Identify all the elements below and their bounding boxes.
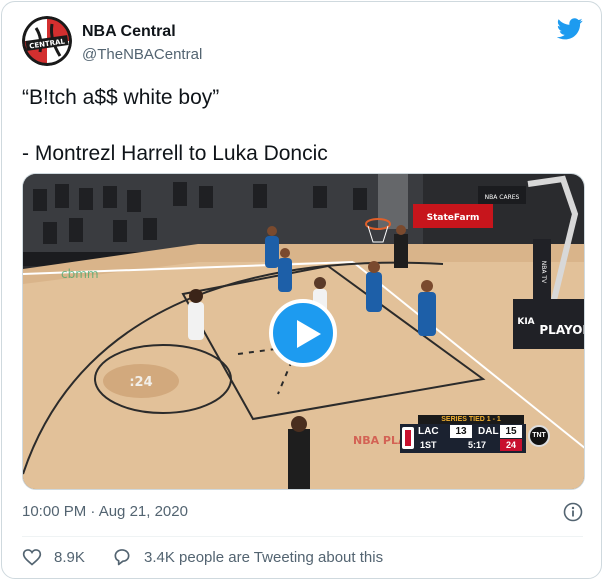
tweet-text: “B!tch a$$ white boy” - Montrezl Harrell…: [22, 86, 328, 165]
game-clock: 5:17: [468, 440, 487, 450]
author-name[interactable]: NBA Central: [82, 23, 176, 41]
play-button[interactable]: [269, 299, 337, 367]
statefarm-sign: StateFarm: [427, 213, 480, 223]
playoffs-sign: PLAYOF: [539, 323, 585, 337]
twitter-bird-icon[interactable]: [556, 18, 583, 40]
tweet-timestamp[interactable]: 10:00 PM · Aug 21, 2020: [22, 503, 188, 520]
nba-cares-sign: NBA CARES: [485, 194, 520, 201]
nba-logo-icon: [402, 427, 414, 449]
scorebug: SERIES TIED 1 - 1 LAC 13 DAL 15 1ST 5:17…: [400, 415, 550, 453]
divider: [22, 536, 583, 537]
author-avatar[interactable]: CENTRAL: [22, 16, 72, 66]
like-count: 8.9K: [54, 548, 85, 566]
speech-bubble-icon: [114, 549, 130, 566]
like-button[interactable]: 8.9K: [22, 546, 85, 568]
floor-marking: :24: [129, 375, 152, 390]
nbatv-sign: NBA TV: [540, 261, 547, 284]
team1-name: LAC: [418, 426, 439, 437]
svg-text:cbmm: cbmm: [61, 267, 99, 281]
team2-score: 15: [500, 425, 522, 438]
info-icon[interactable]: [563, 502, 583, 522]
team2-name: DAL: [478, 426, 499, 437]
nba-central-logo-icon: CENTRAL: [22, 16, 72, 66]
scorebug-panel: LAC 13 DAL 15 1ST 5:17 24: [400, 424, 526, 453]
kia-sign: KIA: [517, 317, 534, 327]
network-logo: TNT: [528, 425, 550, 447]
heart-icon: [22, 549, 42, 566]
replies-text: 3.4K people are Tweeting about this: [144, 548, 384, 566]
team1-score: 13: [450, 425, 472, 438]
reply-button[interactable]: 3.4K people are Tweeting about this: [112, 546, 383, 568]
series-status: SERIES TIED 1 - 1: [418, 415, 524, 424]
shot-clock: 24: [500, 439, 522, 451]
video-player[interactable]: :24 cbmm StateFarm NBA CARES NBA TV KIA …: [22, 173, 585, 490]
tweet-card: CENTRAL NBA Central @TheNBACentral “B!tc…: [1, 1, 602, 579]
author-handle[interactable]: @TheNBACentral: [82, 46, 202, 63]
quarter: 1ST: [420, 440, 437, 450]
